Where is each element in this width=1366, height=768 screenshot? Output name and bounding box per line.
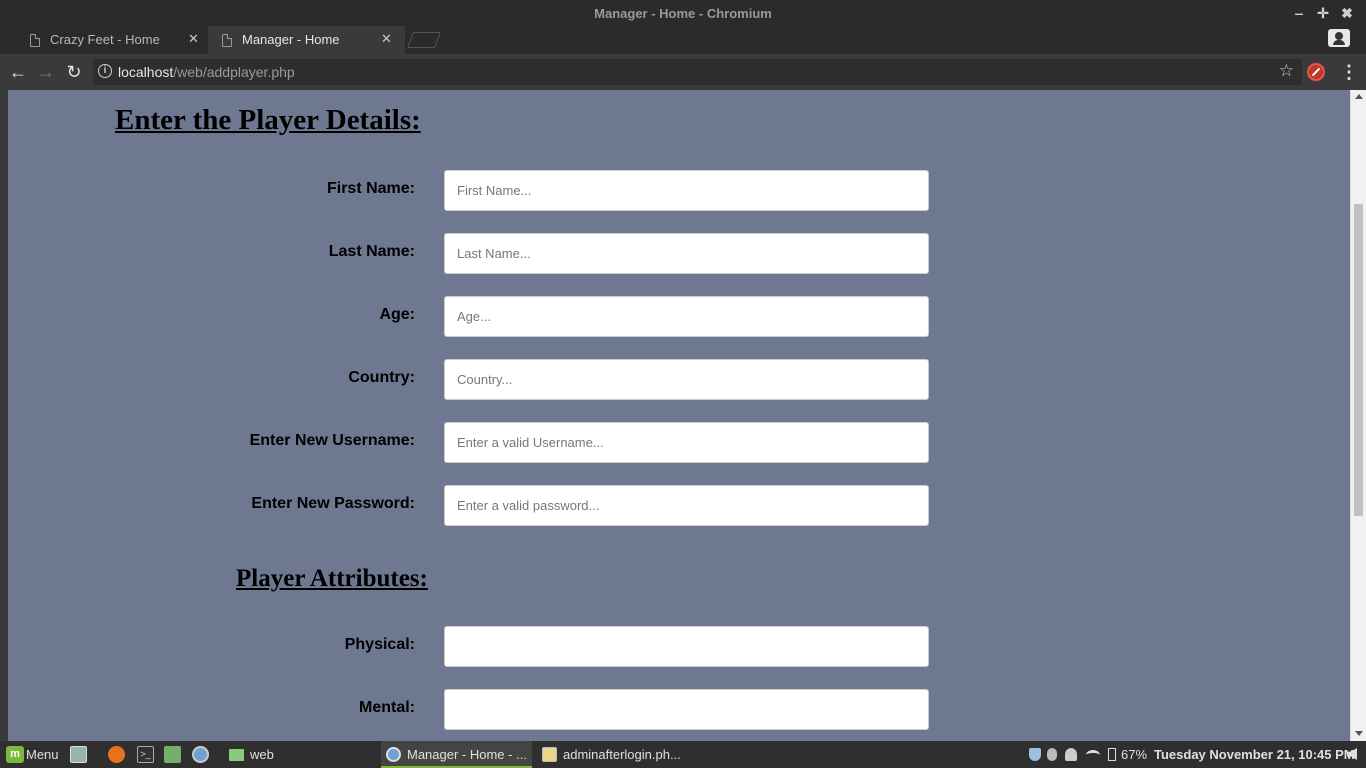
taskbar-task-adminafterlogin[interactable]: adminafterlogin.ph... [537, 741, 692, 768]
back-button[interactable]: ← [7, 61, 29, 83]
page-heading: Enter the Player Details: [115, 104, 421, 136]
reload-button[interactable]: ↻ [63, 61, 85, 83]
text-editor-icon [542, 747, 557, 762]
tab-close-icon[interactable]: ✕ [188, 31, 199, 47]
extension-block-icon[interactable] [1307, 63, 1325, 81]
task-label: adminafterlogin.ph... [563, 747, 681, 762]
browser-menu-button[interactable]: ⋮ [1340, 61, 1358, 83]
window-left-edge [0, 90, 8, 741]
age-label: Age: [379, 306, 415, 323]
first-name-label: First Name: [326, 180, 415, 197]
show-desktop-icon[interactable] [70, 746, 87, 763]
scroll-down-icon[interactable] [1355, 731, 1363, 736]
taskbar: m Menu >_ web Manager - Home - ... admin… [0, 741, 1366, 768]
scrollbar-thumb[interactable] [1354, 204, 1363, 516]
username-label: Enter New Username: [249, 432, 415, 449]
clock[interactable]: Tuesday November 21, 10:45 PM [1154, 747, 1355, 762]
chromium-icon [386, 747, 401, 762]
minimize-button[interactable]: ‒ [1289, 3, 1309, 23]
info-icon[interactable]: i [98, 64, 112, 78]
shield-icon[interactable] [1029, 748, 1041, 761]
tab-close-icon[interactable]: ✕ [381, 31, 392, 47]
terminal-icon[interactable]: >_ [137, 746, 154, 763]
bluetooth-icon[interactable] [1047, 748, 1057, 761]
profile-icon[interactable] [1328, 29, 1350, 47]
close-window-button[interactable]: ✖ [1337, 3, 1357, 23]
tab-label: Crazy Feet - Home [50, 32, 160, 47]
url-text[interactable]: localhost/web/addplayer.php [118, 64, 295, 80]
task-label: Manager - Home - ... [407, 747, 527, 762]
page-icon [222, 34, 232, 47]
battery-percentage: 67% [1121, 747, 1148, 762]
country-label: Country: [348, 369, 415, 386]
window-titlebar: Manager - Home - Chromium ‒ ✛ ✖ [0, 0, 1366, 26]
folder-icon [229, 749, 244, 761]
tab-crazy-feet-home[interactable]: Crazy Feet - Home ✕ [16, 26, 208, 54]
physical-label: Physical: [344, 636, 415, 653]
attributes-heading: Player Attributes: [236, 565, 428, 592]
country-input[interactable] [444, 359, 929, 400]
physical-input[interactable] [444, 626, 929, 667]
menu-button[interactable]: Menu [26, 747, 59, 762]
tab-label: Manager - Home [242, 32, 340, 47]
password-label: Enter New Password: [251, 495, 415, 512]
last-name-input[interactable] [444, 233, 929, 274]
password-input[interactable] [444, 485, 929, 526]
new-tab-button[interactable] [407, 32, 441, 48]
username-input[interactable] [444, 422, 929, 463]
page-scrollbar[interactable] [1350, 90, 1366, 741]
scroll-up-icon[interactable] [1355, 94, 1363, 99]
firefox-icon[interactable] [108, 746, 125, 763]
mint-menu-icon[interactable]: m [6, 746, 24, 763]
address-bar[interactable]: i localhost/web/addplayer.php ☆ [93, 59, 1302, 85]
url-host: localhost [118, 64, 174, 80]
maximize-button[interactable]: ✛ [1313, 3, 1333, 23]
wifi-icon[interactable] [1086, 750, 1100, 760]
page-icon [30, 34, 40, 47]
page-viewport: Enter the Player Details: First Name: La… [0, 90, 1366, 741]
files-icon[interactable] [164, 746, 181, 763]
url-path: /web/addplayer.php [173, 64, 295, 80]
taskbar-task-manager-home[interactable]: Manager - Home - ... [381, 741, 532, 768]
bookmark-star-icon[interactable]: ☆ [1279, 61, 1294, 81]
age-input[interactable] [444, 296, 929, 337]
mental-input[interactable] [444, 689, 929, 730]
tab-manager-home[interactable]: Manager - Home ✕ [208, 26, 405, 54]
window-title: Manager - Home - Chromium [594, 6, 772, 21]
first-name-input[interactable] [444, 170, 929, 211]
user-icon[interactable] [1065, 748, 1077, 761]
battery-icon[interactable] [1108, 748, 1116, 761]
forward-button[interactable]: → [35, 61, 57, 83]
chromium-icon[interactable] [192, 746, 209, 763]
tab-strip: Crazy Feet - Home ✕ Manager - Home ✕ [0, 26, 1366, 54]
mental-label: Mental: [359, 699, 415, 716]
browser-toolbar: ← → ↻ i localhost/web/addplayer.php ☆ [0, 54, 1366, 90]
taskbar-web-folder[interactable]: web [250, 747, 274, 762]
last-name-label: Last Name: [328, 243, 415, 260]
